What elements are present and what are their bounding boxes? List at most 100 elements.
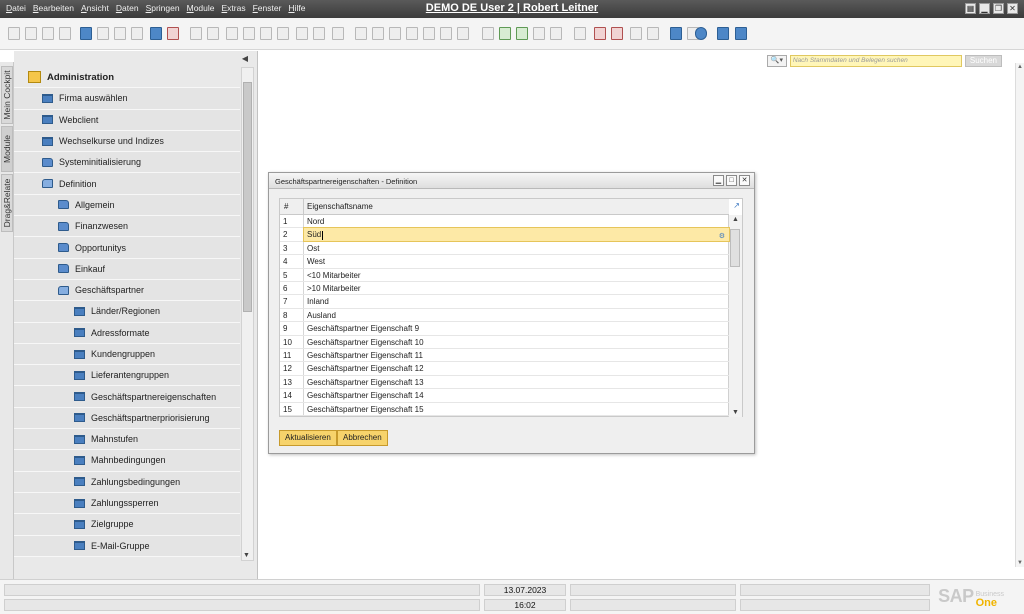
property-name-cell[interactable]: Geschäftspartner Eigenschaft 11 (304, 349, 729, 361)
property-name-cell[interactable]: Geschäftspartner Eigenschaft 9 (304, 322, 729, 334)
table-row[interactable]: 15 Geschäftspartner Eigenschaft 15 (280, 402, 729, 416)
menu-bearbeiten[interactable]: Bearbeiten (33, 3, 74, 13)
table-row[interactable]: 8 Ausland (280, 308, 729, 323)
excel-icon[interactable] (131, 27, 143, 40)
edit-icon[interactable] (482, 27, 494, 40)
messages-icon[interactable] (533, 27, 545, 40)
tree-item[interactable]: Geschäftspartnerpriorisierung (14, 407, 240, 430)
table-row[interactable]: 1 Nord (280, 215, 729, 229)
table-row[interactable]: 12 Geschäftspartner Eigenschaft 12 (280, 362, 729, 376)
calendar-icon[interactable] (574, 27, 586, 40)
property-name-cell[interactable]: Geschäftspartner Eigenschaft 13 (304, 376, 729, 388)
close-icon[interactable]: ✕ (739, 175, 750, 186)
payment-means-icon[interactable] (406, 27, 418, 40)
find-icon[interactable] (190, 27, 202, 40)
column-header-number[interactable]: # (280, 199, 304, 214)
property-name-cell[interactable]: Ost (304, 242, 729, 254)
search-input[interactable]: Nach Stammdaten und Belegen suchen (789, 55, 962, 67)
minimize-icon[interactable]: ▁ (979, 3, 990, 14)
tree-item[interactable]: Opportunitys (14, 237, 240, 259)
first-record-icon[interactable] (226, 27, 238, 40)
scroll-up-icon[interactable]: ▲ (1017, 64, 1023, 70)
tree-item[interactable]: Geschäftspartner (14, 279, 240, 302)
launch-icon[interactable] (150, 27, 162, 40)
tree-item[interactable]: Wechselkurse und Indizes (14, 130, 240, 153)
last-record-icon[interactable] (277, 27, 289, 40)
tree-item[interactable]: Definition (14, 173, 240, 195)
search-icon[interactable]: 🔍▾ (766, 55, 787, 67)
pdf-icon[interactable] (97, 27, 109, 40)
property-name-cell[interactable]: Geschäftspartner Eigenschaft 14 (304, 389, 729, 401)
property-name-cell[interactable]: Geschäftspartner Eigenschaft 12 (304, 362, 729, 374)
save-icon[interactable] (735, 27, 747, 40)
alerts-icon[interactable] (594, 27, 606, 40)
tab-drag-relate[interactable]: Drag&Relate (1, 174, 13, 232)
tree-item[interactable]: Kundengruppen (14, 343, 240, 366)
property-name-cell[interactable]: Nord (304, 215, 729, 227)
collapse-arrow-icon[interactable]: ◀ (242, 54, 248, 63)
target-document-icon[interactable] (372, 27, 384, 40)
table-row[interactable]: 4 West (280, 255, 729, 269)
help-icon[interactable] (695, 27, 707, 40)
new-document-icon[interactable] (499, 27, 511, 40)
next-record-icon[interactable] (260, 27, 272, 40)
update-button[interactable]: Aktualisieren (279, 430, 337, 446)
sort-icon[interactable] (332, 27, 344, 40)
sms-icon[interactable] (59, 27, 71, 40)
tree-item[interactable]: Adressformate (14, 322, 240, 344)
scroll-up-icon[interactable]: ▲ (732, 216, 739, 223)
scroll-down-icon[interactable]: ▼ (1017, 560, 1023, 566)
base-document-icon[interactable] (355, 27, 367, 40)
search-button[interactable]: Suchen (964, 55, 1002, 67)
maximize-icon[interactable]: □ (726, 175, 737, 186)
print-preview-icon[interactable] (8, 27, 20, 40)
table-row[interactable]: 13 Geschäftspartner Eigenschaft 13 (280, 375, 729, 390)
tree-item[interactable]: Webclient (14, 109, 240, 131)
tree-item[interactable]: Geschäftspartnereigenschaften (14, 386, 240, 408)
property-name-cell[interactable]: Inland (304, 295, 729, 307)
menu-extras[interactable]: Extras (222, 3, 246, 13)
email-icon[interactable] (42, 27, 54, 40)
volume-weight-icon[interactable] (423, 27, 435, 40)
table-row[interactable]: 2 Süd ⚙ (280, 227, 730, 242)
tree-item[interactable]: Allgemein (14, 194, 240, 217)
export-icon[interactable] (80, 27, 92, 40)
menu-springen[interactable]: Springen (146, 3, 180, 13)
grid-scrollbar[interactable]: ▲ ▼ (728, 215, 742, 417)
tree-item[interactable]: Mahnbedingungen (14, 450, 240, 472)
scroll-down-icon[interactable]: ▼ (732, 409, 739, 416)
nav-scroll-thumb[interactable] (243, 82, 252, 312)
table-row[interactable]: 10 Geschäftspartner Eigenschaft 10 (280, 335, 729, 349)
menu-ansicht[interactable]: Ansicht (81, 3, 109, 13)
tree-item[interactable]: Zahlungsbedingungen (14, 471, 240, 493)
close-icon[interactable]: ✕ (1007, 3, 1018, 14)
minimize-icon[interactable]: ▁ (713, 175, 724, 186)
tree-item[interactable]: Finanzwesen (14, 216, 240, 238)
transaction-journal-icon[interactable] (389, 27, 401, 40)
report-icon[interactable] (611, 27, 623, 40)
table-row[interactable]: 7 Inland (280, 295, 729, 309)
tree-item[interactable]: Länder/Regionen (14, 301, 240, 323)
settings-icon[interactable] (630, 27, 642, 40)
tree-item[interactable]: Lieferantengruppen (14, 365, 240, 387)
column-header-name[interactable]: Eigenschaftsname (304, 199, 729, 214)
property-name-cell[interactable]: Geschäftspartner Eigenschaft 15 (304, 403, 729, 415)
print-icon[interactable] (25, 27, 37, 40)
refresh-icon[interactable] (296, 27, 308, 40)
menu-module[interactable]: Module (187, 3, 215, 13)
user-icon[interactable] (647, 27, 659, 40)
gross-profit-icon[interactable] (440, 27, 452, 40)
tree-item[interactable]: Zahlungssperren (14, 492, 240, 515)
property-name-cell[interactable]: Geschäftspartner Eigenschaft 10 (304, 336, 729, 348)
property-name-cell[interactable]: West (304, 255, 729, 267)
restore-icon[interactable]: ❐ (993, 3, 1004, 14)
tree-item[interactable]: Mahnstufen (14, 429, 240, 451)
lock-icon[interactable] (167, 27, 179, 40)
approve-icon[interactable] (516, 27, 528, 40)
property-name-cell[interactable]: Ausland (304, 309, 729, 321)
scroll-down-icon[interactable]: ▼ (243, 552, 250, 559)
menu-hilfe[interactable]: Hilfe (288, 3, 305, 13)
tab-mein-cockpit[interactable]: Mein Cockpit (1, 66, 13, 124)
expand-icon[interactable]: ↗ (733, 201, 740, 210)
grid-icon[interactable]: ▦ (965, 3, 976, 14)
